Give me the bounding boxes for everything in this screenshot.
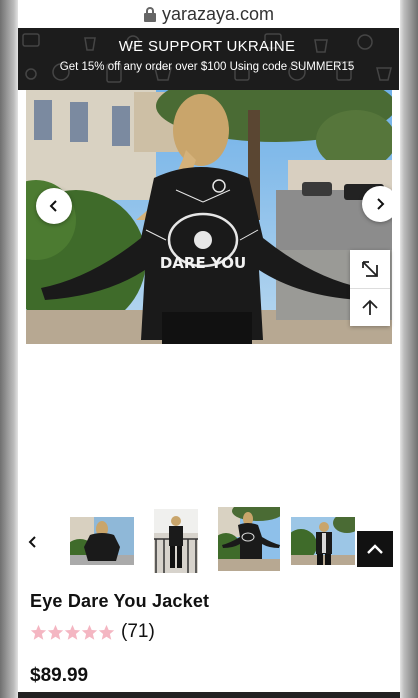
- expand-image-button[interactable]: [350, 250, 390, 288]
- star-icon: [64, 624, 81, 640]
- star-icon: [30, 624, 47, 640]
- thumbnail-1[interactable]: [70, 517, 134, 565]
- image-side-tools: [350, 250, 390, 326]
- url-bar[interactable]: yarazaya.com: [18, 0, 400, 28]
- product-main-image[interactable]: DARE YOU: [26, 90, 392, 344]
- banner-title: WE SUPPORT UKRAINE: [118, 38, 296, 55]
- chevron-up-icon: [367, 544, 383, 554]
- thumbnails-prev-button[interactable]: [24, 533, 42, 551]
- star-icon: [98, 624, 115, 640]
- lock-icon: [143, 6, 156, 22]
- thumbnail-4[interactable]: [291, 517, 355, 565]
- back-to-top-button[interactable]: [357, 531, 393, 567]
- product-page: yarazaya.com WE SUPPORT UKRAINE Get 15% …: [18, 0, 400, 698]
- expand-icon: [362, 261, 378, 277]
- thumbnail-2[interactable]: [154, 509, 198, 573]
- thumbnail-image: [70, 517, 134, 565]
- arrow-up-icon: [362, 299, 378, 315]
- thumbnail-image: [218, 507, 280, 571]
- thumbnail-3[interactable]: [218, 507, 280, 571]
- chevron-right-icon: [377, 198, 385, 210]
- review-count[interactable]: (71): [121, 621, 155, 643]
- banner-promo-text: Get 15% off any order over $100 Using co…: [59, 61, 355, 73]
- star-icon: [81, 624, 98, 640]
- product-price: $89.99: [30, 665, 89, 686]
- chevron-left-icon: [49, 200, 57, 212]
- jacket-print-text: DARE YOU: [160, 254, 246, 272]
- thumbnail-image: [154, 509, 198, 573]
- chevron-left-icon: [28, 536, 36, 548]
- rating-stars: [30, 624, 115, 641]
- thumbnail-strip: [18, 505, 400, 577]
- thumbnail-image: [291, 517, 355, 565]
- scroll-up-button[interactable]: [350, 288, 390, 326]
- gallery-prev-button[interactable]: [36, 188, 72, 224]
- product-rating[interactable]: (71): [30, 621, 155, 643]
- product-photo: DARE YOU: [26, 90, 392, 344]
- promo-banner: WE SUPPORT UKRAINE Get 15% off any order…: [18, 28, 399, 90]
- gallery-next-button[interactable]: [362, 186, 392, 222]
- product-title: Eye Dare You Jacket: [30, 591, 210, 611]
- url-text[interactable]: yarazaya.com: [162, 4, 274, 25]
- bottom-bar: [18, 692, 400, 698]
- star-icon: [47, 624, 64, 640]
